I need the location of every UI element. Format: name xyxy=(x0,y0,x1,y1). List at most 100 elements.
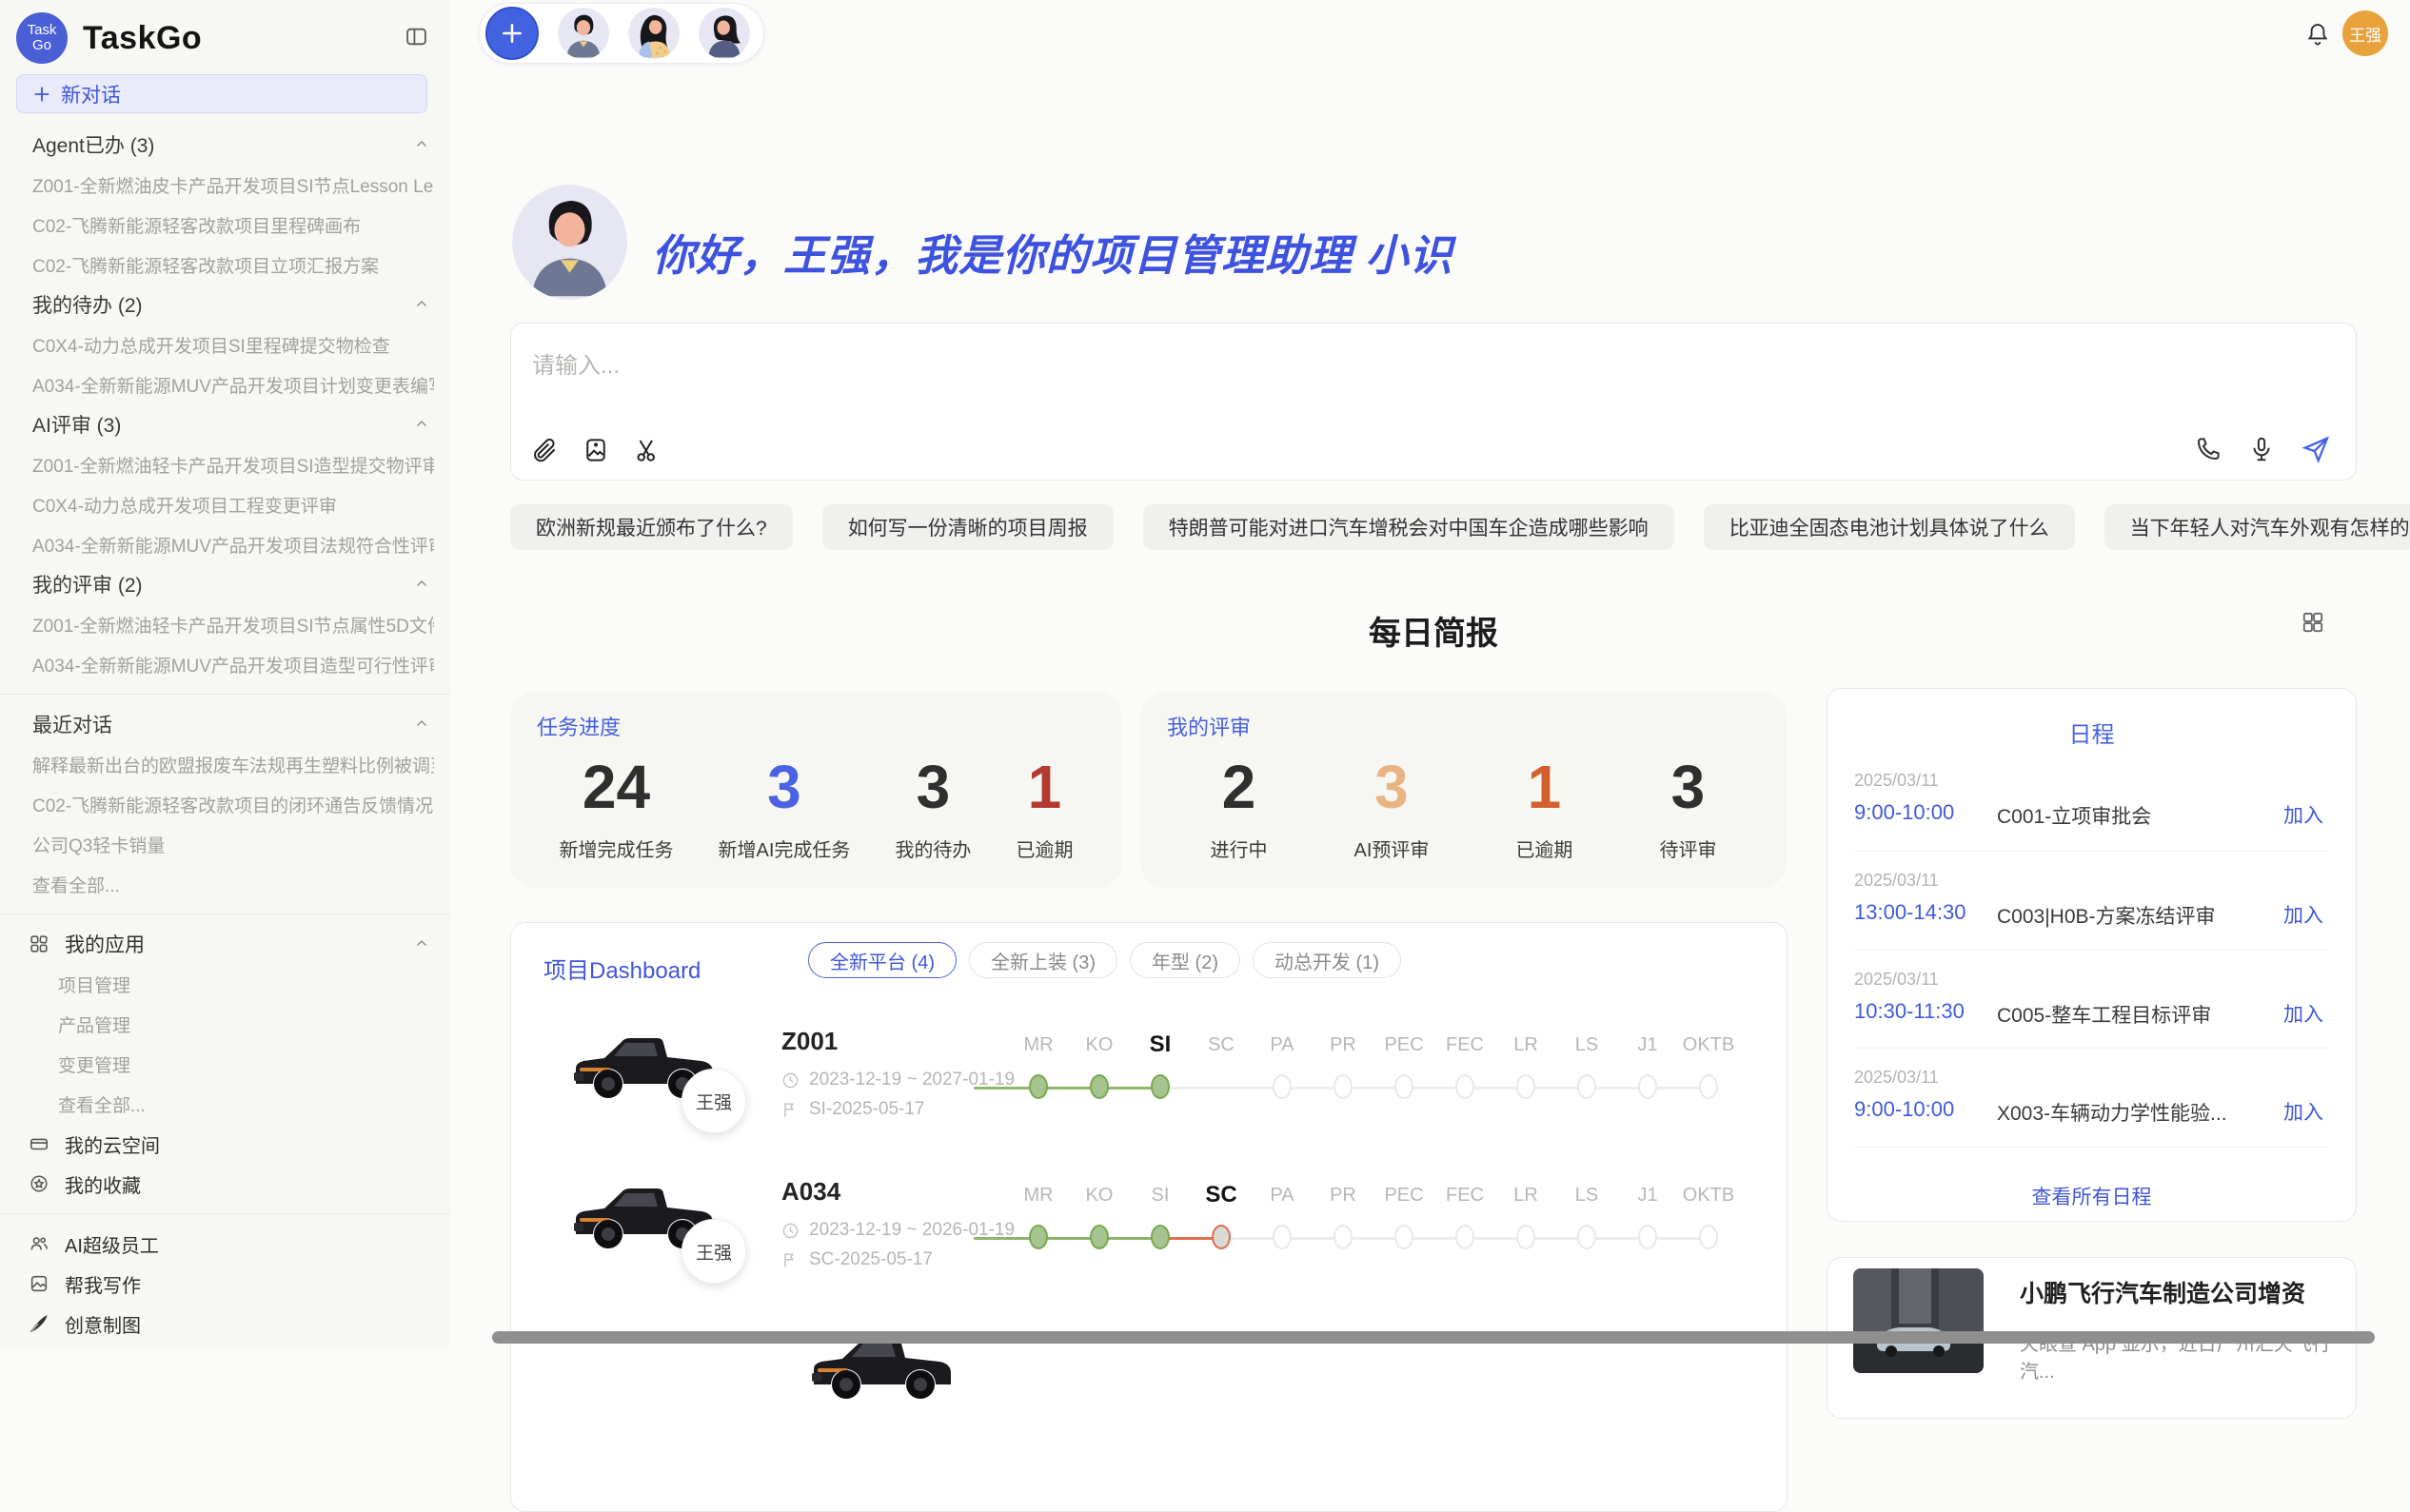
add-agent-button[interactable] xyxy=(485,7,539,60)
assistant-avatar xyxy=(512,185,627,300)
horizontal-scrollbar[interactable] xyxy=(492,1331,2375,1344)
project-flag-milestone: SC-2025-05-17 xyxy=(809,1249,933,1270)
join-link[interactable]: 加入 xyxy=(2283,800,2323,829)
milestone: PA xyxy=(1252,1029,1313,1099)
sidebar-item-cloud-space[interactable]: 我的云空间 xyxy=(16,1124,434,1164)
stat-value: 3 xyxy=(1354,743,1430,831)
sidebar-item-my-apps[interactable]: 我的应用 xyxy=(16,924,434,964)
milestone: PEC xyxy=(1373,1029,1434,1099)
sidebar-item-help-me-write[interactable]: 帮我写作 xyxy=(16,1264,434,1304)
layout-grid-icon[interactable] xyxy=(2301,610,2325,635)
sidebar-item[interactable]: A034-全新新能源MUV产品开发项目计划变更表编写 xyxy=(16,364,434,404)
sidebar-item[interactable]: Z001-全新燃油轻卡产品开发项目SI节点属性5D文件评审 xyxy=(16,604,434,644)
new-chat-label: 新对话 xyxy=(61,80,121,108)
favorites-label: 我的收藏 xyxy=(65,1170,141,1198)
collapse-panel-icon[interactable] xyxy=(405,25,428,49)
milestone-dot xyxy=(1699,1074,1718,1099)
schedule-card: 日程 2025/03/11 9:00-10:00 C001-立项审批会 加入 2… xyxy=(1827,688,2357,1222)
filter-model-year[interactable]: 年型 (2) xyxy=(1130,942,1240,978)
sidebar-item[interactable]: C0X4-动力总成开发项目SI里程碑提交物检查 xyxy=(16,324,434,364)
chevron-up-icon xyxy=(413,716,430,733)
section-header-recent-chats[interactable]: 最近对话 xyxy=(16,704,434,744)
suggestion-chip[interactable]: 比亚迪全固态电池计划具体说了什么 xyxy=(1704,504,2075,550)
app-item-product-mgmt[interactable]: 产品管理 xyxy=(16,1004,434,1044)
suggestion-chip[interactable]: 如何写一份清晰的项目周报 xyxy=(822,504,1114,550)
sidebar-item-ai-super-staff[interactable]: AI超级员工 xyxy=(16,1224,434,1264)
recent-chat-item[interactable]: 解释最新出台的欧盟报废车法规再生塑料比例被调至15%... xyxy=(16,744,434,784)
recent-view-all-link[interactable]: 查看全部... xyxy=(16,864,434,904)
app-logo: Task Go xyxy=(16,12,68,64)
attachment-icon[interactable] xyxy=(530,436,559,464)
apps-view-all-link[interactable]: 查看全部... xyxy=(16,1084,434,1124)
cloud-space-label: 我的云空间 xyxy=(65,1130,160,1158)
join-link[interactable]: 加入 xyxy=(2283,999,2323,1028)
recent-chat-item[interactable]: C02-飞腾新能源轻客改款项目的闭环通告反馈情况 xyxy=(16,784,434,824)
help-me-write-label: 帮我写作 xyxy=(65,1270,141,1298)
schedule-item: 2025/03/11 9:00-10:00 X003-车辆动力学性能验... 加… xyxy=(1854,1068,2329,1148)
phone-icon[interactable] xyxy=(2194,434,2222,464)
sidebar-item[interactable]: A034-全新新能源MUV产品开发项目法规符合性评审 xyxy=(16,524,434,564)
app-item-change-mgmt[interactable]: 变更管理 xyxy=(16,1044,434,1084)
filter-new-platform[interactable]: 全新平台 (4) xyxy=(808,942,957,978)
schedule-time: 9:00-10:00 xyxy=(1854,800,1954,825)
filter-powertrain[interactable]: 动总开发 (1) xyxy=(1253,942,1401,978)
sidebar-item[interactable]: Z001-全新燃油轻卡产品开发项目SI造型提交物评审 xyxy=(16,444,434,484)
app-item-project-mgmt[interactable]: 项目管理 xyxy=(16,964,434,1004)
user-avatar[interactable]: 王强 xyxy=(2342,10,2388,56)
send-icon[interactable] xyxy=(2301,434,2331,464)
view-all-schedule-link[interactable]: 查看所有日程 xyxy=(1827,1182,2356,1210)
section-header-agent-done[interactable]: Agent已办 (3) xyxy=(16,125,434,165)
milestone: FEC xyxy=(1434,1029,1495,1099)
clock-icon xyxy=(781,1071,800,1090)
app-title: TaskGo xyxy=(83,20,202,57)
clock-icon xyxy=(781,1222,800,1240)
suggestion-chip[interactable]: 特朗普可能对进口汽车增税会对中国车企造成哪些影响 xyxy=(1143,504,1674,550)
sidebar-item-creative-drawing[interactable]: 创意制图 xyxy=(16,1304,434,1344)
avatar[interactable] xyxy=(628,8,680,59)
milestone-dot xyxy=(1577,1225,1596,1249)
project-row[interactable]: 王强 Z001 2023-12-19 ~ 2027-01-19 SI-2025-… xyxy=(570,1015,1768,1166)
suggestion-chip[interactable]: 当下年轻人对汽车外观有怎样的喜好趋势 xyxy=(2104,504,2410,550)
join-link[interactable]: 加入 xyxy=(2283,900,2323,929)
project-owner-badge: 王强 xyxy=(682,1219,746,1284)
chat-composer xyxy=(510,323,2357,481)
sidebar-item[interactable]: C02-飞腾新能源轻客改款项目里程碑画布 xyxy=(16,205,434,245)
chevron-up-icon xyxy=(413,416,430,433)
schedule-time: 10:30-11:30 xyxy=(1854,999,1965,1024)
stat-value: 1 xyxy=(1515,743,1572,831)
sidebar-item[interactable]: C02-飞腾新能源轻客改款项目立项汇报方案 xyxy=(16,245,434,285)
milestone: PA xyxy=(1252,1179,1313,1249)
project-owner-badge: 王强 xyxy=(682,1069,746,1133)
project-name: A034 xyxy=(781,1177,840,1207)
recent-chat-item[interactable]: 公司Q3轻卡销量 xyxy=(16,824,434,864)
milestone: PEC xyxy=(1373,1179,1434,1249)
sidebar-item[interactable]: A034-全新新能源MUV产品开发项目造型可行性评审 xyxy=(16,644,434,684)
sidebar-item-favorites[interactable]: 我的收藏 xyxy=(16,1164,434,1204)
project-row[interactable]: 王强 A034 2023-12-19 ~ 2026-01-19 SC-2025-… xyxy=(570,1166,1768,1316)
notification-bell-icon[interactable] xyxy=(2304,21,2331,48)
project-name: Z001 xyxy=(781,1027,838,1056)
stat-label: 新增完成任务 xyxy=(560,835,674,862)
sidebar-item[interactable]: C0X4-动力总成开发项目工程变更评审 xyxy=(16,484,434,524)
pen-icon xyxy=(29,1313,49,1334)
schedule-item: 2025/03/11 13:00-14:30 C003|H0B-方案冻结评审 加… xyxy=(1854,871,2329,951)
scissors-icon[interactable] xyxy=(633,436,662,464)
filter-new-body[interactable]: 全新上装 (3) xyxy=(969,942,1117,978)
section-header-my-review[interactable]: 我的评审 (2) xyxy=(16,564,434,604)
suggestion-chip[interactable]: 欧洲新规最近颁布了什么? xyxy=(510,504,793,550)
chat-input[interactable] xyxy=(511,324,2356,400)
section-header-ai-review[interactable]: AI评审 (3) xyxy=(16,404,434,444)
sidebar-item[interactable]: Z001-全新燃油皮卡产品开发项目SI节点Lesson Learn报告 xyxy=(16,165,434,205)
join-link[interactable]: 加入 xyxy=(2283,1097,2323,1126)
milestone-dot xyxy=(1151,1225,1170,1249)
new-chat-button[interactable]: 新对话 xyxy=(16,74,427,113)
flag-icon xyxy=(781,1101,800,1119)
image-upload-icon[interactable] xyxy=(582,436,610,464)
cloud-drive-icon xyxy=(29,1133,49,1154)
milestone: OKTB xyxy=(1678,1179,1739,1249)
stat-ai-pre-review: 3 AI预评审 xyxy=(1354,743,1430,862)
microphone-icon[interactable] xyxy=(2247,434,2276,464)
section-header-my-todo[interactable]: 我的待办 (2) xyxy=(16,285,434,324)
avatar[interactable] xyxy=(558,8,609,59)
avatar[interactable] xyxy=(699,8,750,59)
